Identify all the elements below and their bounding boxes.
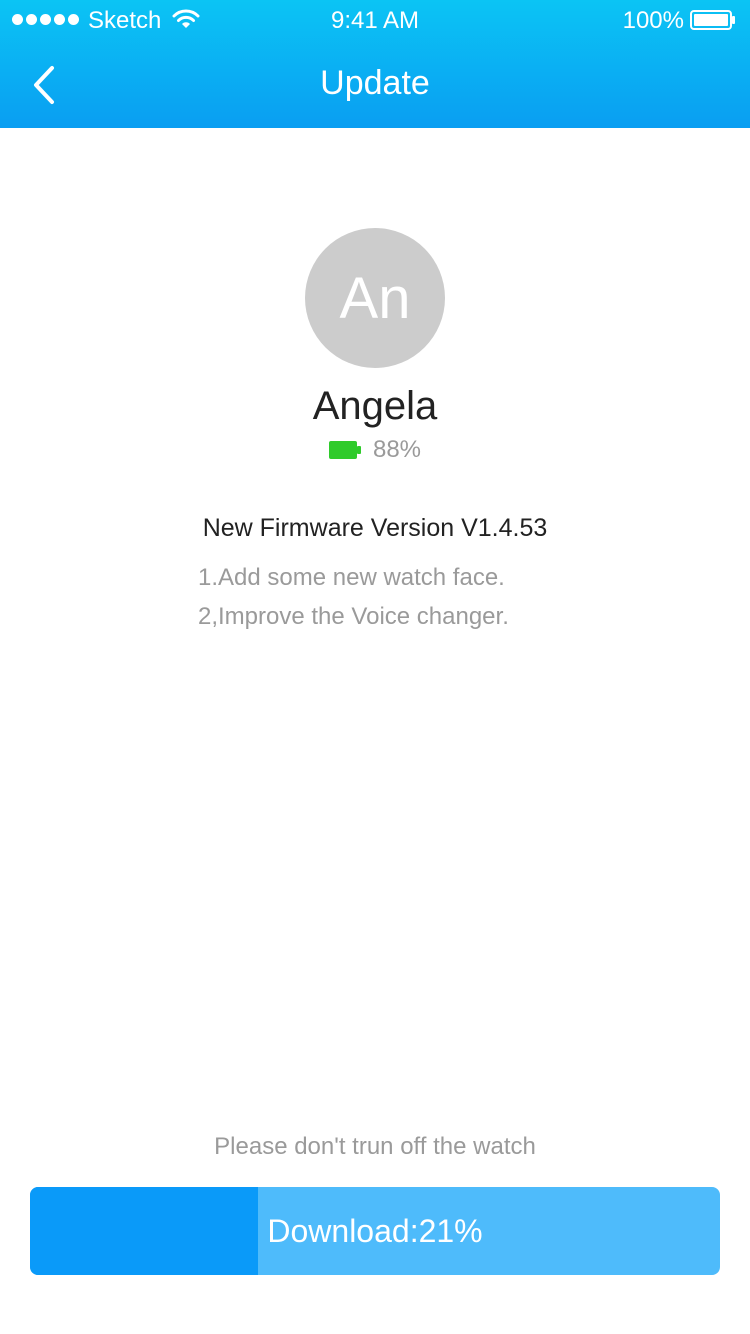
changelog: 1.Add some new watch face. 2,Improve the… xyxy=(198,558,648,636)
download-progress-button[interactable]: Download:21% xyxy=(30,1187,720,1275)
page-title: Update xyxy=(320,64,430,102)
status-bar: Sketch 9:41 AM 100% xyxy=(0,0,750,42)
battery-icon xyxy=(328,441,361,459)
device-battery-level: 88% xyxy=(372,436,422,463)
battery-icon xyxy=(690,10,735,30)
warning-text: Please don't trun off the watch xyxy=(214,1133,536,1160)
status-battery-percent: 100% xyxy=(622,7,684,34)
changelog-item: 1.Add some new watch face. xyxy=(198,564,505,591)
download-progress-label: Download:21% xyxy=(267,1212,483,1249)
avatar: An xyxy=(305,228,445,368)
device-name: Angela xyxy=(312,384,438,428)
firmware-version-title: New Firmware Version V1.4.53 xyxy=(202,514,548,542)
update-screen: Sketch 9:41 AM 100% Update An Angela 88%… xyxy=(0,0,750,1334)
header: Sketch 9:41 AM 100% Update xyxy=(0,0,750,128)
nav-bar: Update xyxy=(0,42,750,128)
device-battery: 88% xyxy=(0,436,750,464)
changelog-item: 2,Improve the Voice changer. xyxy=(198,603,509,630)
